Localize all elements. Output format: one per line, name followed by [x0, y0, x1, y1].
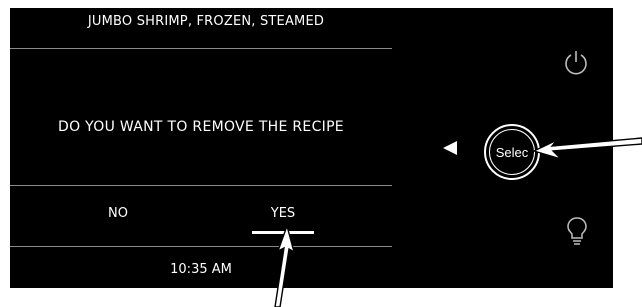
power-icon[interactable]: [562, 48, 590, 76]
recipe-title: JUMBO SHRIMP, FROZEN, STEAMED: [87, 14, 325, 29]
select-label: Selec: [489, 129, 535, 175]
appliance-panel: JUMBO SHRIMP, FROZEN, STEAMED DO YOU WAN…: [10, 8, 613, 288]
clock-display: 10:35 AM: [170, 262, 232, 277]
selection-underline: [252, 231, 314, 234]
triangle-left-icon[interactable]: [443, 141, 457, 155]
options-divider: [10, 246, 392, 247]
question-divider: [10, 185, 392, 186]
yes-button[interactable]: YES: [243, 206, 323, 221]
confirm-question: DO YOU WANT TO REMOVE THE RECIPE: [58, 119, 344, 135]
no-button[interactable]: NO: [78, 206, 158, 221]
lightbulb-icon[interactable]: [566, 216, 588, 246]
select-knob[interactable]: Selec: [484, 124, 540, 180]
title-divider: [10, 48, 392, 49]
